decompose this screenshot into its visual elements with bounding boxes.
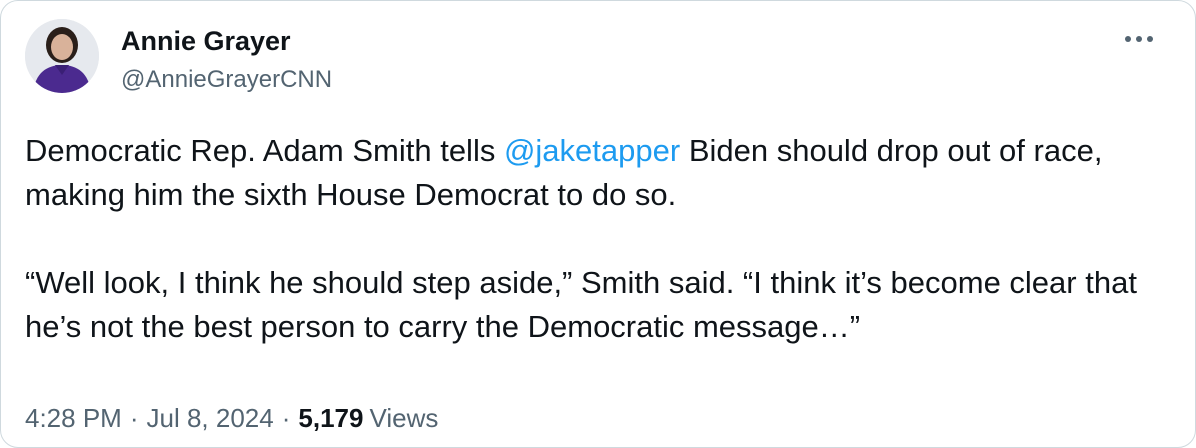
meta-separator: ·: [129, 403, 139, 433]
tweet-time[interactable]: 4:28 PM: [25, 403, 122, 433]
view-count: 5,179: [298, 403, 364, 433]
author-display-name[interactable]: Annie Grayer: [121, 25, 291, 57]
tweet-meta: 4:28 PM · Jul 8, 2024 · 5,179 Views: [25, 401, 438, 435]
tweet-card[interactable]: Annie Grayer @AnnieGrayerCNN Democratic …: [0, 0, 1196, 448]
tweet-paragraph-2: “Well look, I think he should step aside…: [25, 265, 1137, 344]
profile-photo-icon: [25, 19, 99, 93]
avatar[interactable]: [25, 19, 99, 93]
more-horizontal-icon: [1125, 36, 1153, 42]
tweet-text-before-mention: Democratic Rep. Adam Smith tells: [25, 133, 504, 168]
tweet-text: Democratic Rep. Adam Smith tells @jaketa…: [25, 129, 1171, 349]
meta-separator: ·: [281, 403, 291, 433]
tweet-paragraph-1: Democratic Rep. Adam Smith tells @jaketa…: [25, 129, 1171, 217]
tweet-date[interactable]: Jul 8, 2024: [147, 403, 274, 433]
author-handle[interactable]: @AnnieGrayerCNN: [121, 65, 332, 95]
views-label: Views: [369, 403, 439, 433]
mention-link[interactable]: @jaketapper: [504, 133, 680, 168]
more-options-button[interactable]: [1119, 23, 1159, 55]
